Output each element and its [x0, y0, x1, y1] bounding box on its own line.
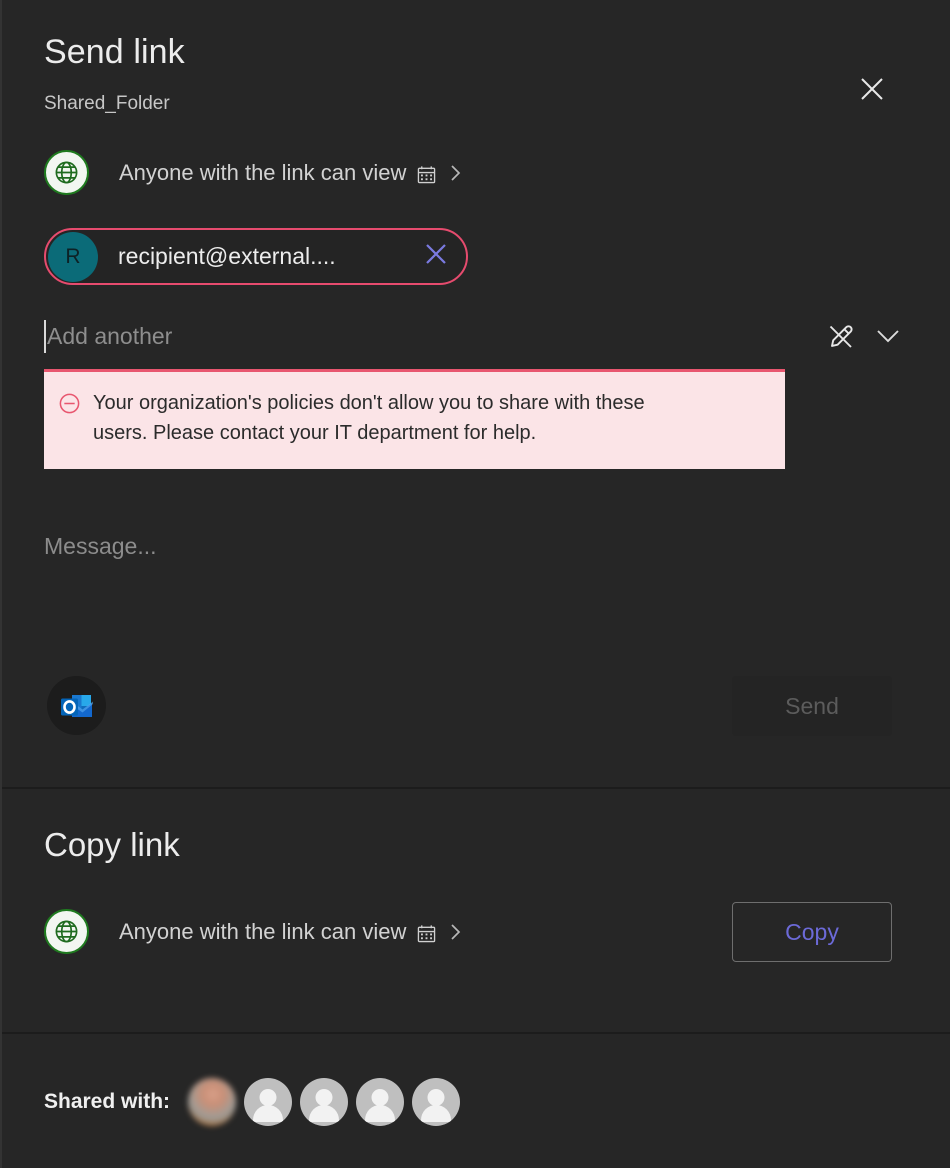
person-icon	[253, 1105, 284, 1122]
outlook-icon[interactable]	[47, 676, 106, 735]
globe-icon	[44, 909, 89, 954]
link-settings-row-copy[interactable]: Anyone with the link can view	[44, 909, 462, 954]
block-circle-icon	[58, 392, 81, 420]
shared-with-section: Shared with:	[2, 1034, 950, 1168]
copy-link-section: Copy link Anyone with the link can view	[2, 789, 950, 1032]
message-input[interactable]: Message...	[44, 533, 157, 560]
link-setting-label: Anyone with the link can view	[119, 918, 407, 944]
person-icon	[259, 1088, 277, 1106]
link-settings-row-send[interactable]: Anyone with the link can view	[44, 150, 462, 195]
person-icon	[315, 1088, 333, 1106]
recipient-email: recipient@external....	[118, 243, 336, 269]
person-icon	[421, 1105, 452, 1122]
chevron-down-icon[interactable]	[868, 316, 908, 356]
copy-link-title: Copy link	[44, 826, 180, 863]
avatar[interactable]	[244, 1078, 293, 1126]
close-button[interactable]	[852, 69, 892, 109]
add-another-input[interactable]: Add another	[47, 323, 818, 350]
calendar-icon	[417, 924, 436, 943]
add-another-row[interactable]: Add another	[44, 312, 908, 360]
page-title: Send link	[44, 33, 185, 71]
chevron-right-icon	[449, 163, 462, 183]
close-icon	[858, 75, 886, 103]
avatar[interactable]	[412, 1078, 461, 1126]
send-link-section: Send link Shared_Folder Anyone with the …	[2, 0, 950, 787]
avatar[interactable]	[300, 1078, 349, 1126]
copy-button-label: Copy	[785, 918, 839, 945]
globe-icon	[44, 150, 89, 195]
chevron-right-icon	[449, 922, 462, 942]
calendar-icon	[417, 165, 436, 184]
text-caret	[44, 319, 46, 353]
policy-error-message: Your organization's policies don't allow…	[93, 392, 645, 445]
person-icon	[309, 1105, 340, 1122]
share-dialog: Send link Shared_Folder Anyone with the …	[0, 0, 950, 1168]
policy-error-banner: Your organization's policies don't allow…	[44, 369, 785, 469]
remove-recipient-button[interactable]	[414, 235, 458, 279]
send-button[interactable]: Send	[732, 676, 892, 736]
file-name-subtitle: Shared_Folder	[44, 93, 170, 114]
link-setting-label: Anyone with the link can view	[119, 159, 407, 185]
send-button-label: Send	[785, 692, 839, 719]
avatar[interactable]	[188, 1078, 237, 1126]
person-icon	[427, 1088, 445, 1106]
close-icon	[423, 241, 449, 272]
avatar[interactable]	[356, 1078, 405, 1126]
recipient-chip[interactable]: R recipient@external....	[44, 228, 468, 285]
copy-button[interactable]: Copy	[732, 902, 892, 962]
person-icon	[365, 1105, 396, 1122]
person-icon	[371, 1088, 389, 1106]
shared-with-label: Shared with:	[44, 1090, 171, 1113]
avatar: R	[48, 231, 98, 282]
shared-with-avatar-stack	[188, 1078, 461, 1126]
pencil-slash-icon[interactable]	[818, 314, 862, 358]
